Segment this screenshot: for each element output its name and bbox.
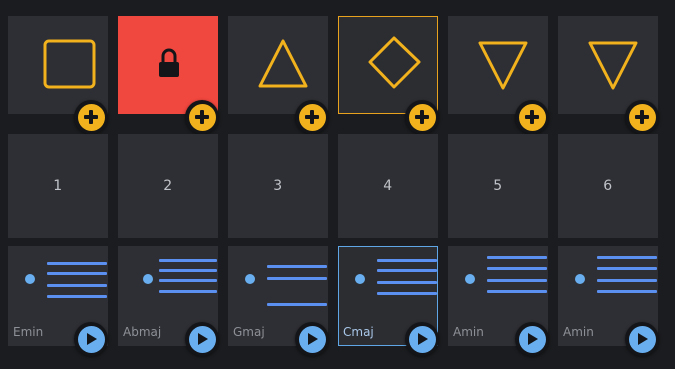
chord-label: Gmaj [233,325,265,339]
step-number: 3 [273,178,283,194]
shape-cell-3[interactable] [228,16,329,134]
play-icon [308,333,318,345]
step-number-cell-2[interactable]: 2 [118,134,218,238]
play-icon [418,333,428,345]
step-number: 5 [493,178,503,194]
step-column-4: 4 Cmaj [334,0,442,369]
chord-lines-icon [143,259,217,293]
play-button[interactable] [625,322,659,356]
play-button[interactable] [295,322,329,356]
play-button[interactable] [405,322,439,356]
play-button[interactable] [515,322,549,356]
step-column-5: 5 Amin [444,0,552,369]
step-grid: 1 Emin 2 Abmaj 3 Gmaj 4 Cmaj 5 Amin 6 Am… [0,0,675,369]
chord-cell-6[interactable]: Amin [558,246,659,356]
play-icon [528,333,538,345]
chord-lines-icon [245,265,327,306]
step-column-6: 6 Amin [554,0,662,369]
plus-icon [195,110,209,124]
chord-label: Abmaj [123,325,162,339]
step-number-cell-3[interactable]: 3 [228,134,328,238]
step-number-cell-1[interactable]: 1 [8,134,108,238]
chord-cell-3[interactable]: Gmaj [228,246,329,356]
plus-icon [415,110,429,124]
shape-cell-4[interactable] [338,16,439,134]
add-button[interactable] [625,100,659,134]
step-column-1: 1 Emin [4,0,112,369]
step-column-2: 2 Abmaj [114,0,222,369]
play-icon [87,333,97,345]
step-number: 2 [163,178,173,194]
chord-lines-icon [355,259,437,295]
shape-cell-5[interactable] [448,16,549,134]
chord-label: Amin [563,325,594,339]
shape-cell-1[interactable] [8,16,108,134]
chord-lines-icon [25,262,107,298]
step-number-cell-4[interactable]: 4 [338,134,438,238]
chord-lines-icon [575,256,657,293]
chord-lines-icon [465,256,547,293]
play-icon [638,333,648,345]
chord-cell-2[interactable]: Abmaj [118,246,219,356]
step-number: 4 [383,178,393,194]
play-button[interactable] [74,322,108,356]
play-icon [198,333,208,345]
chord-cell-5[interactable]: Amin [448,246,549,356]
plus-icon [84,110,98,124]
chord-label: Cmaj [343,325,374,339]
chord-label: Emin [13,325,44,339]
play-button[interactable] [185,322,219,356]
step-number: 1 [53,178,63,194]
plus-icon [635,110,649,124]
step-number-cell-5[interactable]: 5 [448,134,548,238]
add-button[interactable] [295,100,329,134]
shape-cell-6[interactable] [558,16,659,134]
chord-label: Amin [453,325,484,339]
step-number: 6 [603,178,613,194]
plus-icon [305,110,319,124]
chord-cell-4[interactable]: Cmaj [338,246,439,356]
step-number-cell-6[interactable]: 6 [558,134,658,238]
add-button[interactable] [405,100,439,134]
shape-cell-2[interactable] [118,16,219,134]
step-column-3: 3 Gmaj [224,0,332,369]
plus-icon [525,110,539,124]
add-button[interactable] [74,100,108,134]
add-button[interactable] [185,100,219,134]
chord-cell-1[interactable]: Emin [8,246,108,356]
add-button[interactable] [515,100,549,134]
